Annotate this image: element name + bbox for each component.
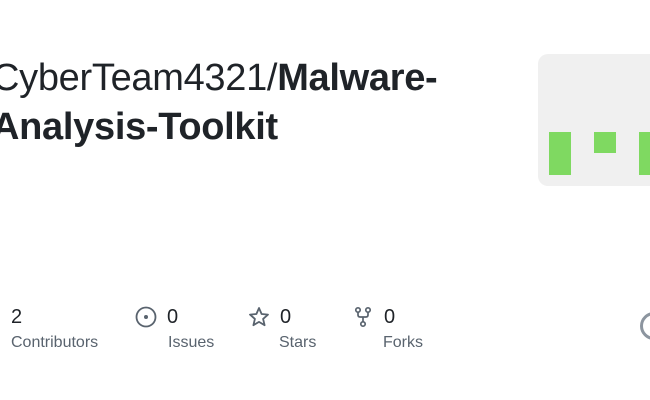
stat-contributors[interactable]: 2 Contributors <box>11 300 98 352</box>
repo-title[interactable]: CyberTeam4321/Malware- Analysis-Toolkit <box>0 54 512 152</box>
avatar-pixel <box>549 132 571 175</box>
issues-label: Issues <box>168 334 215 351</box>
star-icon <box>248 306 270 328</box>
contributors-count: 2 <box>11 305 23 328</box>
owner-avatar[interactable] <box>538 54 650 186</box>
repo-social-card: CyberTeam4321/Malware- Analysis-Toolkit … <box>0 0 650 400</box>
forks-count: 0 <box>384 305 396 328</box>
avatar-pixel <box>639 132 650 175</box>
stat-forks[interactable]: 0 Forks <box>352 300 423 352</box>
forks-label: Forks <box>383 334 423 351</box>
repo-forked-icon <box>352 306 374 328</box>
repo-owner[interactable]: CyberTeam4321/ <box>0 57 277 99</box>
stars-label: Stars <box>279 334 317 351</box>
repo-stats: 2 Contributors 0 Issues 0 Stars 0 Forks <box>0 300 650 370</box>
stat-stars[interactable]: 0 Stars <box>248 300 316 352</box>
stat-issues[interactable]: 0 Issues <box>135 300 214 352</box>
issue-opened-icon <box>135 306 157 328</box>
repo-name-line1[interactable]: Malware- <box>277 57 438 99</box>
avatar-pixel <box>594 132 616 153</box>
issues-count: 0 <box>167 305 179 328</box>
repo-name-line2[interactable]: Analysis-Toolkit <box>0 106 278 148</box>
contributors-label: Contributors <box>11 334 99 351</box>
stars-count: 0 <box>280 305 292 328</box>
